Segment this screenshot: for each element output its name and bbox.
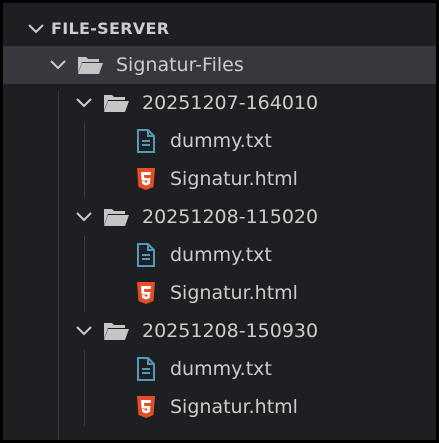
- file-label: dummy.txt: [170, 244, 272, 266]
- folder-open-icon: [104, 209, 129, 226]
- folder-label: Signatur-Files: [116, 54, 244, 76]
- file-explorer: FILE-SERVER Signatur-Files 20251207-1640…: [3, 3, 436, 440]
- explorer-section-header[interactable]: FILE-SERVER: [3, 11, 436, 47]
- chevron-down-icon[interactable]: [74, 210, 94, 224]
- text-file-icon: [137, 357, 155, 381]
- folder-label: 20251207-164010: [142, 92, 319, 114]
- chevron-down-icon[interactable]: [74, 96, 94, 110]
- text-file-icon: [137, 243, 155, 267]
- file-label: Signatur.html: [170, 396, 298, 418]
- chevron-down-icon[interactable]: [74, 324, 94, 338]
- folder-open-icon: [104, 323, 129, 340]
- folder-label: 20251208-115020: [142, 206, 319, 228]
- html5-icon: [137, 396, 155, 418]
- chevron-down-icon[interactable]: [48, 58, 68, 72]
- tree-folder-20251208-150930[interactable]: 20251208-150930: [3, 312, 436, 350]
- chevron-down-icon[interactable]: [26, 22, 46, 36]
- file-label: dummy.txt: [170, 358, 272, 380]
- tree-file-signatur-html[interactable]: Signatur.html: [3, 388, 436, 426]
- section-title: FILE-SERVER: [51, 19, 170, 38]
- tree-file-signatur-html[interactable]: Signatur.html: [3, 274, 436, 312]
- folder-open-icon: [78, 57, 103, 74]
- tree-folder-signatur-files[interactable]: Signatur-Files: [3, 46, 436, 84]
- file-label: Signatur.html: [170, 282, 298, 304]
- html5-icon: [137, 168, 155, 190]
- folder-label: 20251208-150930: [142, 320, 319, 342]
- tree-folder-20251207-164010[interactable]: 20251207-164010: [3, 84, 436, 122]
- text-file-icon: [137, 129, 155, 153]
- file-label: dummy.txt: [170, 130, 272, 152]
- tree-file-dummy-txt[interactable]: dummy.txt: [3, 350, 436, 388]
- tree-file-dummy-txt[interactable]: dummy.txt: [3, 122, 436, 160]
- file-label: Signatur.html: [170, 168, 298, 190]
- html5-icon: [137, 282, 155, 304]
- folder-open-icon: [104, 95, 129, 112]
- tree-folder-20251208-115020[interactable]: 20251208-115020: [3, 198, 436, 236]
- tree-file-signatur-html[interactable]: Signatur.html: [3, 160, 436, 198]
- tree-file-dummy-txt[interactable]: dummy.txt: [3, 236, 436, 274]
